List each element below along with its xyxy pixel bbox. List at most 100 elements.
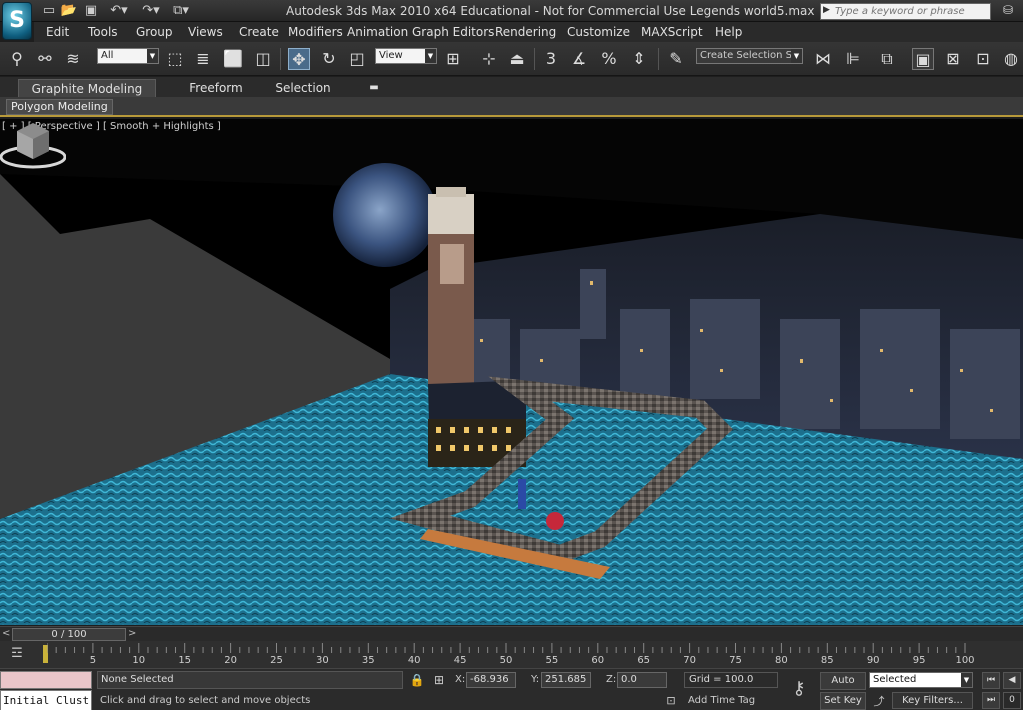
key-filters-button[interactable]: Key Filters... [892, 692, 973, 709]
menu-maxscript[interactable]: MAXScript [641, 25, 703, 39]
angle-snap-icon[interactable]: ∡ [568, 48, 590, 70]
reference-coordinate-dropdown[interactable]: View ▼ [375, 48, 437, 64]
status-bar: Initial Clust None Selected Click and dr… [0, 668, 1023, 710]
pivot-center-icon[interactable]: ⊞ [442, 48, 464, 70]
set-key-button[interactable]: Set Key [820, 692, 866, 710]
perspective-viewport[interactable]: [ + ] [ Perspective ] [ Smooth + Highlig… [0, 119, 1023, 625]
select-and-rotate-icon[interactable]: ↻ [318, 48, 340, 70]
tab-selection[interactable]: Selection [270, 79, 336, 97]
time-slider-next-icon[interactable]: > [128, 628, 140, 640]
snaps-toggle-icon[interactable]: 3 [540, 48, 562, 70]
toolbar-separator [280, 48, 281, 70]
tab-graphite-modeling-tools[interactable]: Graphite Modeling Tools [18, 79, 156, 114]
selection-lock-icon[interactable]: 🔒 [409, 672, 425, 688]
link-icon[interactable]: ⚲ [6, 48, 28, 70]
frame-tick-label: 65 [637, 655, 651, 666]
key-mode-dropdown[interactable]: Selected ▼ [869, 672, 973, 688]
track-bar[interactable]: ☲ 5 10 15 20 25 30 35 40 45 50 55 60 65 70 75 80 85 90 95 1… [0, 641, 1023, 668]
ribbon-options-icon[interactable]: ▬ [364, 79, 384, 97]
undo-icon[interactable]: ↶▾ [104, 3, 134, 19]
project-folder-icon[interactable]: ⧉▾ [166, 3, 196, 19]
viewcube-icon[interactable] [0, 119, 66, 169]
material-editor-icon[interactable]: ◍ [1000, 48, 1022, 70]
select-and-move-icon[interactable]: ✥ [288, 48, 310, 70]
frame-tick-label: 95 [912, 655, 926, 666]
ribbon: Graphite Modeling Tools Freeform Selecti… [0, 77, 1023, 114]
align-icon[interactable]: ⊫ [842, 48, 864, 70]
frame-tick-label: 60 [591, 655, 605, 666]
frame-tick-label: 50 [499, 655, 513, 666]
key-icon[interactable]: ⚷ [786, 679, 812, 699]
menu-edit[interactable]: Edit [46, 25, 69, 39]
spinner-snap-icon[interactable]: ⇕ [628, 48, 650, 70]
unlink-icon[interactable]: ⚯ [34, 48, 56, 70]
frame-tick-label: 90 [866, 655, 880, 666]
x-coordinate-field[interactable]: -68.936 [466, 672, 516, 688]
menu-modifiers[interactable]: Modifiers [288, 25, 343, 39]
ribbon-panel-row: Polygon Modeling [0, 97, 1023, 117]
add-time-tag[interactable]: Add Time Tag [684, 693, 778, 709]
current-frame-field[interactable]: 0 [1003, 692, 1021, 709]
menu-create[interactable]: Create [239, 25, 279, 39]
z-coordinate-field[interactable]: 0.0 [617, 672, 667, 688]
absolute-mode-icon[interactable]: ⊞ [431, 672, 447, 688]
layer-manager-icon[interactable]: ⧉ [876, 48, 898, 70]
menu-group[interactable]: Group [136, 25, 173, 39]
search-box[interactable]: ▶ [820, 3, 991, 20]
grid-size: Grid = 100.0 [684, 672, 778, 688]
open-file-icon[interactable]: 📂 [60, 3, 78, 19]
time-slider-thumb[interactable]: 0 / 100 [12, 628, 126, 641]
window-crossing-icon[interactable]: ◫ [252, 48, 274, 70]
auto-key-button[interactable]: Auto Key [820, 672, 866, 702]
selection-filter-dropdown[interactable]: All ▼ [97, 48, 159, 64]
maxscript-listener-output[interactable] [0, 671, 92, 689]
keyboard-shortcut-override-icon[interactable]: ⏏ [506, 48, 528, 70]
maxscript-listener-input[interactable]: Initial Clust [0, 690, 92, 710]
mini-curve-editor-icon[interactable]: ☲ [6, 646, 28, 662]
edit-named-selection-icon[interactable]: ✎ [665, 48, 687, 70]
menu-customize[interactable]: Customize [567, 25, 630, 39]
select-by-name-icon[interactable]: ≣ [192, 48, 214, 70]
select-object-icon[interactable]: ⬚ [164, 48, 186, 70]
menu-rendering[interactable]: Rendering [495, 25, 556, 39]
new-file-icon[interactable]: ▭ [40, 3, 58, 19]
mirror-icon[interactable]: ⋈ [812, 48, 834, 70]
window-title: Autodesk 3ds Max 2010 x64 Educational - … [286, 4, 815, 18]
previous-frame-icon[interactable]: ◀ [1003, 672, 1021, 689]
frame-tick-label: 75 [729, 655, 742, 666]
menu-graph-editors[interactable]: Graph Editors [412, 25, 494, 39]
chevron-down-icon: ▼ [961, 673, 972, 687]
time-tag-icon[interactable]: ⊡ [664, 694, 678, 708]
go-to-end-icon[interactable]: ⏭ [982, 692, 1000, 709]
manipulate-icon[interactable]: ⊹ [478, 48, 500, 70]
prompt-line: Click and drag to select and move object… [100, 695, 311, 706]
snaps-toggle-label: 3 [545, 49, 557, 68]
play-arrow-icon: ▶ [823, 5, 830, 15]
graphite-toggle-icon[interactable]: ▣ [912, 48, 934, 70]
menu-tools[interactable]: Tools [88, 25, 118, 39]
y-coordinate-field[interactable]: 251.685 [541, 672, 591, 688]
rectangular-selection-icon[interactable]: ⬜ [222, 48, 244, 70]
named-selection-dropdown[interactable]: Create Selection Se ▼ [696, 48, 803, 64]
save-icon[interactable]: ▣ [82, 3, 100, 19]
menu-views[interactable]: Views [188, 25, 223, 39]
select-and-scale-icon[interactable]: ◰ [346, 48, 368, 70]
frame-tick-label: 40 [407, 655, 421, 666]
tab-freeform[interactable]: Freeform [180, 79, 252, 97]
polygon-modeling-button[interactable]: Polygon Modeling [6, 99, 113, 115]
go-to-start-icon[interactable]: ⏮ [982, 672, 1000, 689]
default-tangents-icon[interactable]: ⤴ [870, 693, 888, 709]
schematic-view-icon[interactable]: ⊡ [972, 48, 994, 70]
percent-snap-icon[interactable]: % [598, 48, 620, 70]
time-slider-prev-icon[interactable]: < [2, 628, 12, 640]
menu-bar: Edit Tools Group Views Create Modifiers … [34, 22, 1023, 42]
redo-icon[interactable]: ↷▾ [136, 3, 166, 19]
menu-animation[interactable]: Animation [347, 25, 408, 39]
search-input[interactable] [835, 5, 987, 18]
binoculars-icon[interactable]: ⛁ [998, 3, 1018, 19]
bind-space-warp-icon[interactable]: ≋ [62, 48, 84, 70]
time-slider[interactable]: < 0 / 100 > [0, 626, 1023, 641]
menu-help[interactable]: Help [715, 25, 742, 39]
curve-editor-icon[interactable]: ⊠ [942, 48, 964, 70]
application-button[interactable]: S [2, 2, 32, 40]
